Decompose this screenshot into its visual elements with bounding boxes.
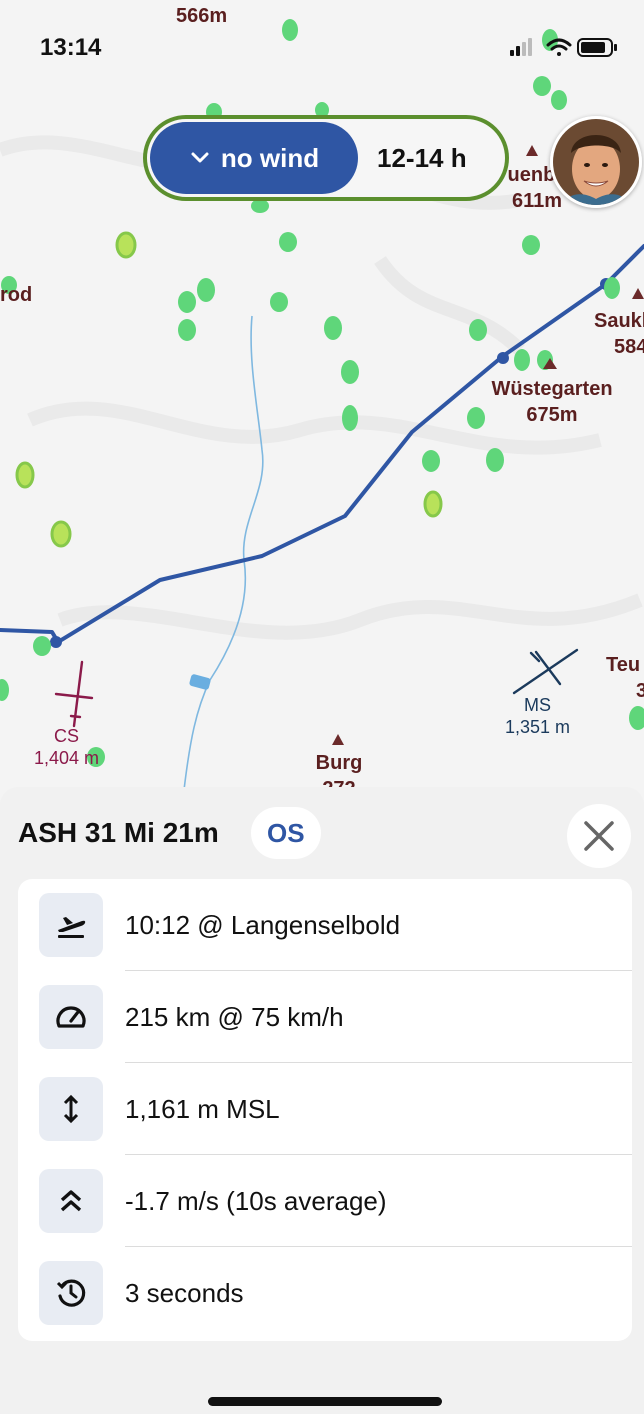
wind-toggle-button[interactable]: no wind <box>150 122 358 194</box>
double-chevron-up-icon <box>39 1169 103 1233</box>
wind-label: no wind <box>220 142 320 173</box>
glider-icon-ms <box>512 648 579 695</box>
aircraft-id: MS <box>524 695 552 715</box>
place-elevation: 675m <box>526 404 578 426</box>
cellular-signal-icon <box>510 38 532 56</box>
wifi-icon <box>546 38 572 56</box>
detail-row-takeoff: 10:12 @ Langenselbold <box>18 879 632 971</box>
track-waypoint <box>50 636 62 648</box>
place-label: Burg 272 <box>314 750 364 788</box>
avatar[interactable] <box>550 116 642 208</box>
detail-row-climb: -1.7 m/s (10s average) <box>18 1155 632 1247</box>
aircraft-title: ASH 31 Mi 21m <box>18 817 219 848</box>
speedometer-icon <box>39 985 103 1049</box>
peak-marker <box>526 145 538 156</box>
place-label: rod <box>0 284 33 306</box>
glider-icon-cs <box>54 660 94 728</box>
detail-text: 215 km @ 75 km/h <box>125 1002 344 1032</box>
flight-details-sheet: ASH 31 Mi 21m OS 10:12 @ Langenselbold 2… <box>0 787 644 1414</box>
aircraft-altitude: 1,351 m <box>505 717 571 737</box>
competition-id-badge[interactable]: OS <box>251 807 321 859</box>
place-elevation: 3 <box>636 680 644 702</box>
detail-text: -1.7 m/s (10s average) <box>125 1186 387 1216</box>
close-button[interactable] <box>567 804 631 868</box>
aircraft-label-cs[interactable]: CS 1,404 m <box>34 725 99 769</box>
place-label: Teu 3 <box>606 652 644 704</box>
aircraft-altitude: 1,404 m <box>34 748 100 768</box>
detail-text: 10:12 @ Langenselbold <box>125 910 401 940</box>
home-indicator[interactable] <box>208 1397 442 1406</box>
takeoff-icon <box>39 893 103 957</box>
place-name: Burg <box>315 752 363 774</box>
lake <box>189 674 211 690</box>
detail-row-distance: 215 km @ 75 km/h <box>18 971 632 1063</box>
detail-text: 1,161 m MSL <box>125 1094 280 1124</box>
map-view[interactable]: 566m uenbe 611m rod Saukl 584 Wüstegarte… <box>0 0 644 800</box>
place-elevation: 584 <box>614 336 644 358</box>
place-elevation: 611m <box>511 190 563 212</box>
status-bar: 13:14 <box>0 0 644 96</box>
user-photo <box>553 119 639 205</box>
detail-text: 3 seconds <box>125 1278 244 1308</box>
place-name: Teu <box>606 654 641 676</box>
details-card: 10:12 @ Langenselbold 215 km @ 75 km/h 1… <box>18 879 632 1341</box>
track-waypoint <box>497 352 509 364</box>
history-icon <box>39 1261 103 1325</box>
peak-marker <box>632 288 644 299</box>
place-label: Saukl 584 <box>594 308 644 360</box>
chevron-down-icon <box>191 152 209 163</box>
detail-row-altitude: 1,161 m MSL <box>18 1063 632 1155</box>
vertical-arrows-icon <box>39 1077 103 1141</box>
place-name: Wüstegarten <box>491 378 613 400</box>
detail-row-age: 3 seconds <box>18 1247 632 1339</box>
status-icons <box>510 36 630 65</box>
time-window-button[interactable]: 12-14 h <box>377 119 467 197</box>
close-icon <box>584 821 614 851</box>
battery-icon <box>577 38 617 57</box>
aircraft-label-ms[interactable]: MS 1,351 m <box>505 694 570 738</box>
forecast-filter-pill: no wind 12-14 h <box>143 115 509 201</box>
aircraft-id: CS <box>54 726 80 746</box>
peak-marker <box>332 734 344 745</box>
place-label: Wüstegarten 675m <box>486 376 618 428</box>
place-name: Saukl <box>594 310 644 332</box>
status-time: 13:14 <box>40 34 102 61</box>
river <box>183 315 264 791</box>
